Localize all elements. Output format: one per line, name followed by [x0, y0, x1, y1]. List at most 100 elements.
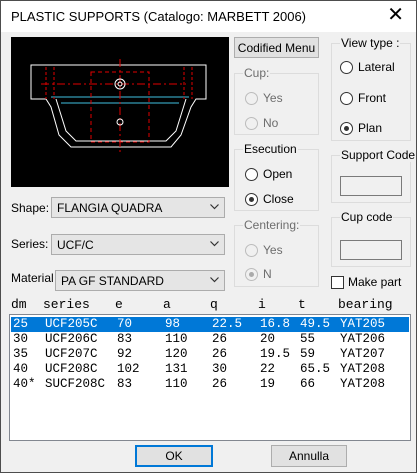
cell-a: 110	[165, 332, 188, 346]
centering-n-label: N	[263, 267, 272, 281]
cell-dm: 40	[13, 362, 29, 376]
view-lateral-label: Lateral	[358, 60, 395, 74]
column-header-bearing: bearing	[338, 297, 393, 312]
cell-t: 66	[300, 377, 316, 391]
cell-e: 92	[117, 347, 133, 361]
execution-open-radio[interactable]: Open	[245, 167, 292, 181]
cell-a: 131	[165, 362, 188, 376]
checkbox-box	[331, 275, 344, 289]
centering-yes-label: Yes	[263, 243, 283, 257]
radio-circle	[245, 116, 258, 130]
radio-circle	[340, 60, 353, 74]
support-drawing	[30, 59, 207, 155]
execution-close-radio[interactable]: Close	[245, 192, 294, 206]
execution-open-label: Open	[263, 167, 293, 181]
material-combobox[interactable]: PA GF STANDARD	[55, 270, 225, 291]
cup-yes-label: Yes	[263, 91, 283, 105]
radio-circle	[245, 267, 258, 281]
cell-i: 19	[260, 377, 276, 391]
cell-a: 98	[165, 317, 181, 331]
chevron-down-icon	[210, 204, 219, 210]
cup-no-label: No	[263, 116, 279, 130]
cell-e: 83	[117, 377, 133, 391]
series-combobox[interactable]: UCF/C	[51, 234, 225, 255]
radio-dot	[249, 271, 254, 277]
cell-i: 19.5	[260, 347, 291, 361]
column-header-e: e	[115, 297, 123, 312]
column-header-a: a	[163, 297, 171, 312]
cell-i: 16.8	[260, 317, 291, 331]
dialog-window: PLASTIC SUPPORTS (Catalogo: MARBETT 2006…	[0, 0, 417, 473]
drawing-inner-outline	[55, 98, 187, 142]
cell-series: SUCF208C	[45, 377, 106, 391]
drawing-flange-outline	[30, 64, 207, 148]
material-value: PA GF STANDARD	[61, 274, 164, 288]
cell-e: 102	[117, 362, 140, 376]
column-header-q: q	[210, 297, 218, 312]
cell-bearing: YAT207	[340, 347, 386, 361]
support-code-label: Support Code	[340, 148, 417, 162]
make-part-checkbox[interactable]: Make part	[331, 275, 401, 289]
cell-t: 65.5	[300, 362, 331, 376]
cell-t: 49.5	[300, 317, 331, 331]
table-header: dm series e a q i t bearing	[11, 297, 411, 313]
series-value: UCF/C	[57, 238, 94, 252]
centering-yes-radio[interactable]: Yes	[245, 243, 283, 257]
ok-button[interactable]: OK	[135, 445, 213, 467]
cup-group-label: Cup:	[243, 66, 271, 80]
table-row[interactable]: 25 UCF205C 70 98 22.5 16.8 49.5 YAT205	[11, 317, 409, 332]
column-header-dm: dm	[11, 297, 27, 312]
cell-dm: 35	[13, 347, 29, 361]
radio-dot	[344, 125, 349, 131]
cell-series: UCF208C	[45, 362, 98, 376]
cell-q: 22.5	[212, 317, 243, 331]
cup-no-radio[interactable]: No	[245, 116, 278, 130]
execution-close-label: Close	[263, 192, 294, 206]
centering-n-radio[interactable]: N	[245, 267, 272, 281]
cell-series: UCF206C	[45, 332, 98, 346]
table-row[interactable]: 40* SUCF208C 83 110 26 19 66 YAT208	[11, 377, 409, 392]
close-icon[interactable]: ✕	[387, 5, 404, 25]
cell-i: 22	[260, 362, 276, 376]
cell-q: 26	[212, 377, 228, 391]
radio-circle	[340, 121, 353, 135]
radio-circle	[245, 192, 258, 206]
view-front-radio[interactable]: Front	[340, 91, 386, 105]
support-list[interactable]: 25 UCF205C 70 98 22.5 16.8 49.5 YAT205 3…	[9, 314, 411, 441]
cell-dm: 30	[13, 332, 29, 346]
support-code-field[interactable]	[340, 176, 402, 196]
shape-value: FLANGIA QUADRA	[57, 201, 163, 215]
cup-yes-radio[interactable]: Yes	[245, 91, 283, 105]
shape-combobox[interactable]: FLANGIA QUADRA	[51, 197, 225, 218]
cell-dm: 25	[13, 317, 29, 331]
centering-label: Centering:	[243, 218, 301, 232]
table-row[interactable]: 35 UCF207C 92 120 26 19.5 59 YAT207	[11, 347, 409, 362]
cell-t: 55	[300, 332, 316, 346]
radio-circle	[245, 167, 258, 181]
cell-series: UCF205C	[45, 317, 98, 331]
cell-i: 20	[260, 332, 276, 346]
chevron-down-icon	[210, 277, 219, 283]
shape-label: Shape:	[11, 201, 50, 215]
table-row[interactable]: 40 UCF208C 102 131 30 22 65.5 YAT208	[11, 362, 409, 377]
cell-bearing: YAT205	[340, 317, 386, 331]
view-plan-radio[interactable]: Plan	[340, 121, 382, 135]
cell-bearing: YAT206	[340, 332, 386, 346]
execution-label: Esecution	[243, 142, 298, 156]
cup-code-field[interactable]	[340, 240, 402, 260]
cancel-button[interactable]: Annulla	[271, 445, 347, 467]
view-lateral-radio[interactable]: Lateral	[340, 60, 395, 74]
column-header-series: series	[43, 297, 90, 312]
title-bar: PLASTIC SUPPORTS (Catalogo: MARBETT 2006…	[1, 1, 416, 32]
cell-bearing: YAT208	[340, 377, 386, 391]
cell-q: 30	[212, 362, 228, 376]
table-row[interactable]: 30 UCF206C 83 110 26 20 55 YAT206	[11, 332, 409, 347]
cell-a: 120	[165, 347, 188, 361]
cell-bearing: YAT208	[340, 362, 386, 376]
cell-dm: 40*	[13, 377, 36, 391]
view-type-label: View type :	[340, 36, 401, 50]
codified-menu-button[interactable]: Codified Menu	[234, 37, 319, 58]
radio-circle	[245, 91, 258, 105]
series-label: Series:	[11, 237, 49, 251]
window-title: PLASTIC SUPPORTS (Catalogo: MARBETT 2006…	[11, 9, 307, 24]
